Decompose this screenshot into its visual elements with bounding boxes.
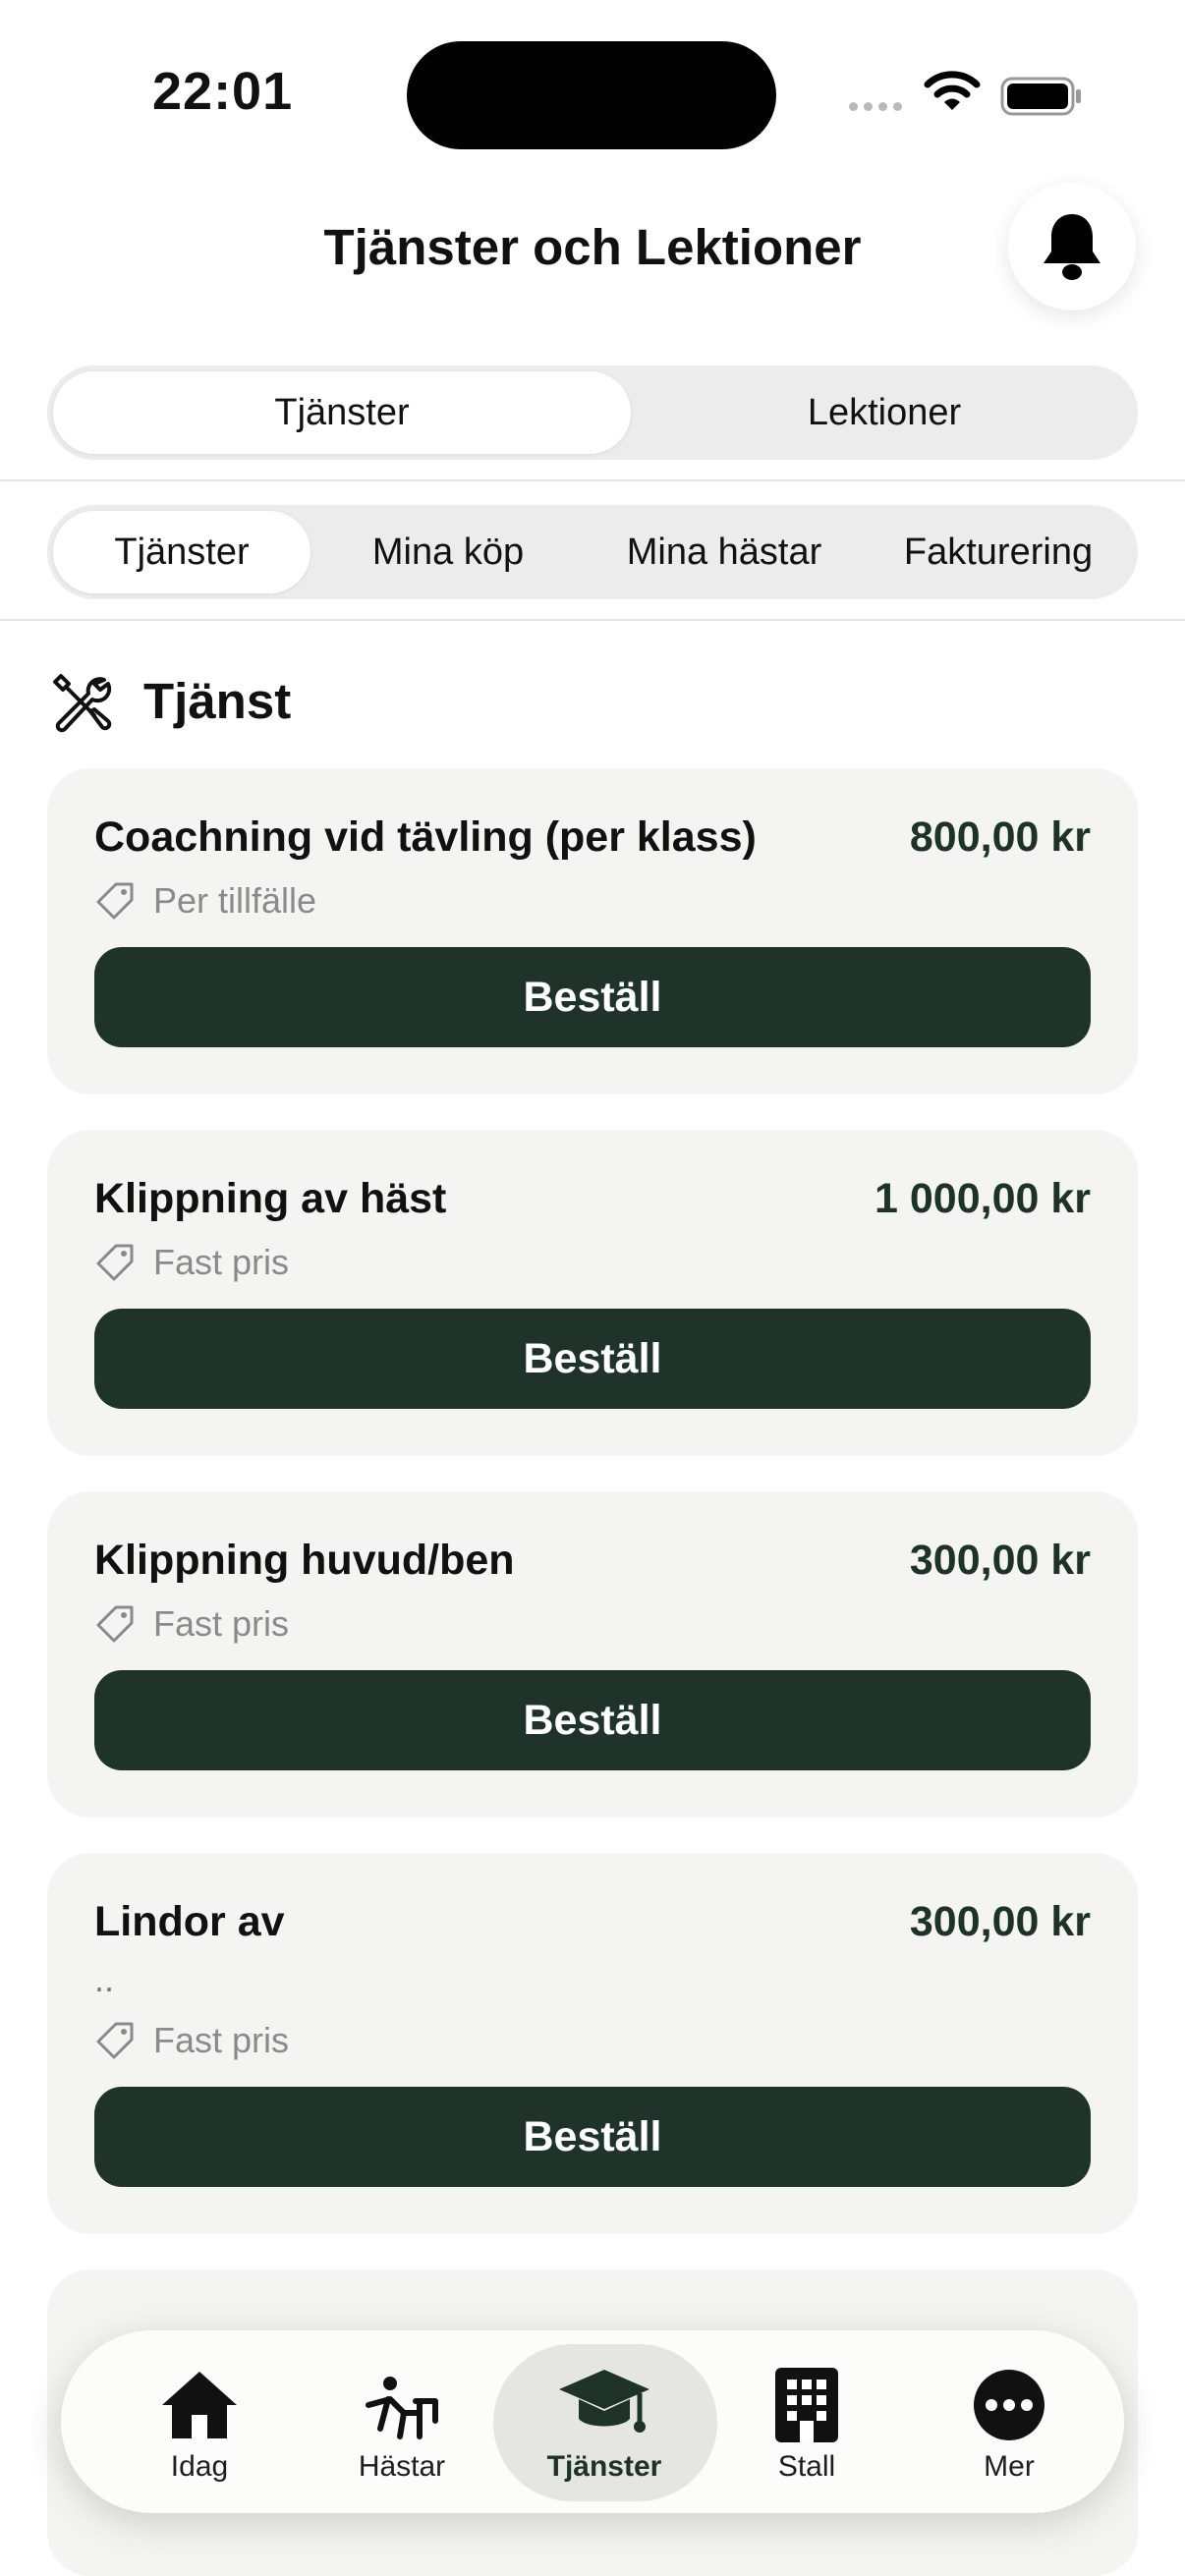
tab-hastar[interactable]: Hästar	[301, 2330, 503, 2513]
price-tag-icon	[96, 1244, 134, 1281]
section-title: Tjänst	[143, 673, 292, 729]
tab-mer[interactable]: Mer	[908, 2330, 1110, 2513]
service-price: 300,00 kr	[909, 1537, 1091, 1584]
service-name: Lindor av	[94, 1898, 285, 1945]
bell-icon	[1044, 214, 1100, 280]
service-name: Klippning av häst	[94, 1175, 447, 1222]
tab-tjanster[interactable]: Tjänster	[493, 2330, 717, 2513]
pricing-type: Per tillfälle	[94, 880, 316, 922]
tab-label: Hästar	[358, 2450, 446, 2483]
service-price: 800,00 kr	[909, 813, 1091, 861]
status-time: 22:01	[152, 62, 294, 121]
service-name: Coachning vid tävling (per klass)	[94, 813, 757, 861]
divider	[0, 619, 1185, 621]
price-tag-icon	[96, 1605, 134, 1643]
segment-tjanster[interactable]: Tjänster	[53, 365, 631, 460]
order-button[interactable]: Beställ	[94, 1309, 1091, 1409]
pricing-type-label: Fast pris	[153, 2020, 290, 2060]
service-price: 300,00 kr	[909, 1898, 1091, 1945]
tab-label: Mer	[984, 2450, 1035, 2483]
building-icon	[775, 2368, 838, 2442]
service-description: ..	[94, 1959, 115, 1999]
dynamic-island	[407, 41, 776, 149]
tab-label: Tjänster	[546, 2450, 662, 2483]
service-price: 1 000,00 kr	[875, 1175, 1091, 1222]
service-card: Lindor av 300,00 kr .. Fast pris Beställ	[47, 1853, 1138, 2234]
battery-icon	[1000, 77, 1081, 116]
tab-bar: Idag Hästar Tjänster Stall Mer	[61, 2330, 1124, 2513]
subtab-fakturering[interactable]: Fakturering	[863, 505, 1134, 599]
subtab-mina-hastar[interactable]: Mina hästar	[586, 505, 863, 599]
wifi-icon	[924, 71, 981, 110]
order-button[interactable]: Beställ	[94, 947, 1091, 1047]
tools-icon	[53, 674, 112, 733]
tab-idag[interactable]: Idag	[98, 2330, 301, 2513]
rider-icon	[366, 2377, 438, 2439]
pricing-type-label: Fast pris	[153, 1603, 290, 1644]
service-card: Klippning huvud/ben 300,00 kr Fast pris …	[47, 1491, 1138, 1818]
price-tag-icon	[96, 2022, 134, 2059]
notifications-button[interactable]	[1008, 183, 1136, 310]
pricing-type-label: Per tillfälle	[153, 880, 317, 921]
tab-stall[interactable]: Stall	[705, 2330, 908, 2513]
tab-label: Stall	[777, 2450, 836, 2483]
segment-lektioner[interactable]: Lektioner	[637, 365, 1132, 460]
subtab-mina-kop[interactable]: Mina köp	[318, 505, 578, 599]
house-icon	[162, 2372, 237, 2438]
tab-label: Idag	[170, 2450, 229, 2483]
subtab-tjanster[interactable]: Tjänster	[53, 505, 310, 599]
service-name: Klippning huvud/ben	[94, 1537, 515, 1584]
price-tag-icon	[96, 882, 134, 920]
graduation-cap-icon	[559, 2370, 649, 2433]
pricing-type: Fast pris	[94, 2020, 289, 2061]
sub-segmented-control: Tjänster Mina köp Mina hästar Fakturerin…	[47, 505, 1138, 599]
more-icon	[974, 2370, 1044, 2440]
cellular-signal-icon	[849, 102, 902, 111]
pricing-type-label: Fast pris	[153, 1242, 290, 1282]
pricing-type: Fast pris	[94, 1603, 289, 1645]
service-card: Klippning av häst 1 000,00 kr Fast pris …	[47, 1130, 1138, 1456]
divider	[0, 479, 1185, 481]
main-segmented-control: Tjänster Lektioner	[47, 365, 1138, 460]
order-button[interactable]: Beställ	[94, 1670, 1091, 1770]
service-card: Coachning vid tävling (per klass) 800,00…	[47, 768, 1138, 1094]
pricing-type: Fast pris	[94, 1242, 289, 1283]
order-button[interactable]: Beställ	[94, 2087, 1091, 2187]
